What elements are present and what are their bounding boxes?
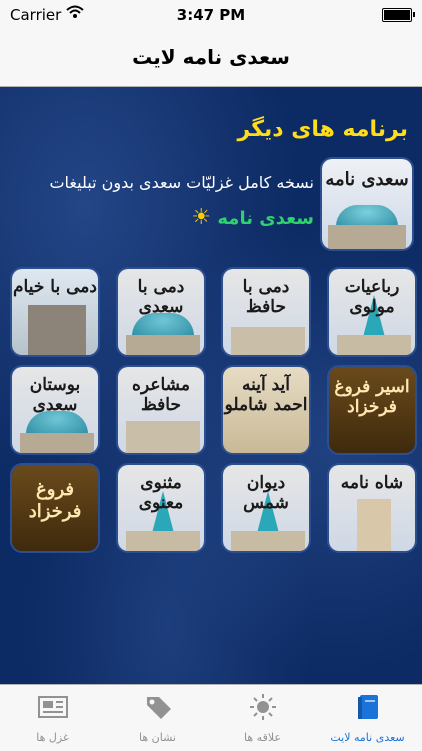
status-time: 3:47 PM xyxy=(176,6,246,24)
tag-icon xyxy=(141,693,175,721)
app-label: دمی با خیام xyxy=(13,277,97,297)
page-title: سعدی نامه لایت xyxy=(132,45,290,69)
featured-app-icon-label: سعدی نامه xyxy=(325,169,409,190)
tab-favorites[interactable]: علاقه ها xyxy=(210,685,315,751)
app-icon-robaiyat-molavi[interactable]: رباعیات مولوی xyxy=(327,267,417,357)
app-icon-dami-ba-khayyam[interactable]: دمی با خیام xyxy=(10,267,100,357)
navigation-bar: سعدی نامه لایت xyxy=(0,30,422,87)
app-label: شاه نامه xyxy=(340,473,404,493)
status-bar: Carrier 3:47 PM xyxy=(0,0,422,30)
app-label: آید آینه احمد شاملو xyxy=(224,375,308,416)
more-apps-panel: برنامه های دیگر سعدی نامه نسخه کامل غزلی… xyxy=(0,87,422,684)
battery-icon xyxy=(382,8,415,22)
tab-label: علاقه ها xyxy=(244,731,281,744)
tab-label: سعدی نامه لایت xyxy=(330,731,405,744)
app-label: مشاعره حافظ xyxy=(132,375,190,416)
app-icon-shamlou[interactable]: آید آینه احمد شاملو xyxy=(221,365,311,455)
featured-app-link-label: سعدی نامه xyxy=(217,208,314,229)
featured-app-link[interactable]: سعدی نامه ☀ xyxy=(185,205,314,230)
app-icon-boostan-saadi[interactable]: بوستان سعدی xyxy=(10,365,100,455)
sun-icon xyxy=(246,693,280,721)
app-label: بوستان سعدی xyxy=(29,375,81,416)
app-icon-asir-forough[interactable]: اسیر فروغ فرخزاد xyxy=(327,365,417,455)
app-icon-dami-ba-saadi[interactable]: دمی با سعدی xyxy=(116,267,206,357)
tab-ghazals[interactable]: غزل ها xyxy=(0,685,105,751)
app-label: دمی با سعدی xyxy=(137,277,185,318)
tab-saadi-nameh-lite[interactable]: سعدی نامه لایت xyxy=(315,685,420,751)
app-icon-moshaere-hafez[interactable]: مشاعره حافظ xyxy=(116,365,206,455)
newspaper-icon xyxy=(36,693,70,721)
app-icon-dami-ba-hafez[interactable]: دمی با حافظ xyxy=(221,267,311,357)
section-heading: برنامه های دیگر xyxy=(237,117,408,142)
app-label: فروغ فرخزاد xyxy=(28,479,82,522)
tab-label: غزل ها xyxy=(36,731,69,744)
app-icon-shahnameh[interactable]: شاه نامه xyxy=(327,463,417,553)
tab-bar: غزل ها نشان ها علاقه ها سعدی نامه لایت xyxy=(0,684,422,751)
tab-label: نشان ها xyxy=(139,731,176,744)
app-icon-divan-shams[interactable]: دیوان شمس xyxy=(221,463,311,553)
app-label: مثنوی معنوی xyxy=(138,473,184,514)
featured-app-description: نسخه کامل غزلیّات سعدی بدون تبلیغات xyxy=(49,173,314,192)
tab-bookmarks[interactable]: نشان ها xyxy=(105,685,210,751)
app-icon-masnavi[interactable]: مثنوی معنوی xyxy=(116,463,206,553)
app-label: دمی با حافظ xyxy=(242,277,290,318)
sun-icon: ☀ xyxy=(191,205,212,230)
book-icon xyxy=(351,693,385,721)
app-icon-forough-farrokhzad[interactable]: فروغ فرخزاد xyxy=(10,463,100,553)
featured-app-icon[interactable]: سعدی نامه xyxy=(320,157,414,251)
app-label: دیوان شمس xyxy=(243,473,289,514)
app-label: رباعیات مولوی xyxy=(344,277,400,318)
app-label: اسیر فروغ فرخزاد xyxy=(334,377,410,418)
